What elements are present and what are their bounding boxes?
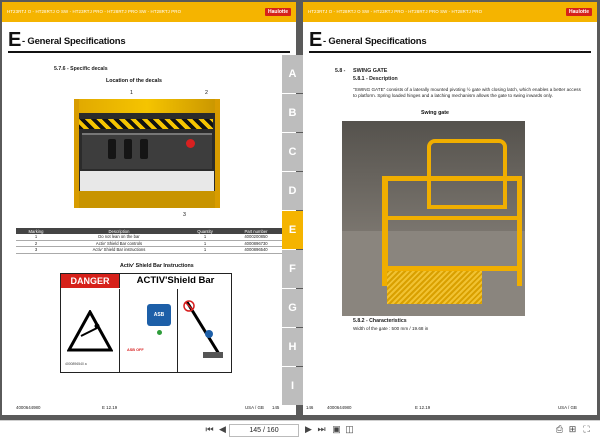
- swing-gate-photo: [342, 121, 525, 316]
- tab-c[interactable]: C: [282, 133, 303, 171]
- tab-g[interactable]: G: [282, 289, 303, 327]
- brand-logo: Haulotte: [265, 8, 291, 16]
- subsection-characteristics: 5.8.2 - Characteristics: [353, 318, 407, 324]
- table-cell: 4000896540: [228, 246, 284, 254]
- shield-label: ACTIV'Shield Bar: [119, 274, 231, 288]
- location-caption: Location of the decals: [106, 78, 162, 84]
- fit-page-icon[interactable]: ⊞: [566, 423, 579, 436]
- tab-a[interactable]: A: [282, 55, 303, 93]
- title-text: - General Specifications: [22, 36, 126, 47]
- chapter-tabs: A B C D E F G H I: [282, 55, 303, 405]
- table-cell: 2: [16, 240, 56, 248]
- viewer-toolbar: ⏮ ◀ 145 / 160 ▶ ⏭ ▣ ◫ ⎙ ⊞ ⛶: [0, 420, 600, 439]
- tab-d[interactable]: D: [282, 172, 303, 210]
- tab-i[interactable]: I: [282, 367, 303, 405]
- status-dot-icon: [157, 330, 162, 335]
- decals-table: Marking Description Quantity Part number…: [16, 228, 284, 254]
- footer-page-number: 145: [272, 405, 280, 410]
- footer-edition: E 12.19: [415, 405, 431, 410]
- header-models: HT23RTJ O - HT28RTJ O SW - HT23RTJ PRO -…: [7, 9, 182, 14]
- asb-off-label: ASB OFF: [127, 348, 144, 352]
- callout-2: 2: [205, 90, 208, 96]
- title-letter: E: [8, 29, 22, 51]
- decal-reference: 4000896540 a: [65, 362, 87, 366]
- section-title: E - General Specifications: [2, 29, 296, 53]
- tab-f[interactable]: F: [282, 250, 303, 288]
- next-page-icon[interactable]: ▶: [302, 423, 315, 436]
- table-row: 2 Activ' Shield Bar controls 1 400089673…: [16, 240, 284, 248]
- instructions-caption: Activ' Shield Bar Instructions: [120, 263, 194, 269]
- tab-b[interactable]: B: [282, 94, 303, 132]
- platform-diagram-icon: [183, 300, 223, 358]
- callout-3: 3: [183, 212, 186, 218]
- table-cell: 3: [16, 246, 56, 254]
- first-page-icon[interactable]: ⏮: [203, 423, 216, 436]
- danger-label: DANGER: [61, 274, 119, 288]
- asb-badge: ASB: [147, 304, 171, 326]
- right-page: HT23RTJ O - HT28RTJ O SW - HT23RTJ PRO -…: [303, 2, 597, 415]
- two-page-view-icon[interactable]: ◫: [343, 423, 356, 436]
- swing-gate-caption: Swing gate: [421, 110, 449, 116]
- table-cell: Activ' Shield Bar controls: [56, 240, 182, 248]
- footer-region: USA / GB: [245, 405, 264, 410]
- footer-doc-number: 4000644980: [327, 405, 352, 410]
- footer-page-number: 146: [306, 405, 314, 410]
- callout-1: 1: [130, 90, 133, 96]
- fullscreen-icon[interactable]: ⛶: [580, 423, 593, 436]
- header-models: HT23RTJ O - HT28RTJ O SW - HT23RTJ PRO -…: [308, 9, 483, 14]
- tab-e[interactable]: E: [282, 211, 303, 249]
- section-heading: SWING GATE: [353, 68, 388, 74]
- section-number: 5.8 -: [335, 68, 346, 74]
- table-cell: Activ' Shield Bar instructions: [56, 246, 182, 254]
- footer-region: USA / GB: [558, 405, 577, 410]
- footer-edition: E 12.19: [102, 405, 118, 410]
- description-text: "SWING GATE" consists of a laterally mou…: [353, 87, 581, 99]
- left-page: HT23RTJ O - HT28RTJ O SW - HT23RTJ PRO -…: [2, 2, 296, 415]
- table-cell: 1: [182, 240, 228, 248]
- page-indicator[interactable]: 145 / 160: [229, 424, 299, 437]
- title-text: - General Specifications: [323, 36, 427, 47]
- page-header: HT23RTJ O - HT28RTJ O SW - HT23RTJ PRO -…: [303, 2, 597, 22]
- warning-triangle-icon: [67, 310, 113, 352]
- footer-doc-number: 4000644980: [16, 405, 41, 410]
- previous-page-icon[interactable]: ◀: [216, 423, 229, 436]
- page-header: HT23RTJ O - HT28RTJ O SW - HT23RTJ PRO -…: [2, 2, 296, 22]
- title-divider: [8, 51, 290, 53]
- brand-logo: Haulotte: [566, 8, 592, 16]
- title-letter: E: [309, 29, 323, 51]
- gate-width: Width of the gate : 500 mm / 19.68 in: [353, 326, 429, 331]
- last-page-icon[interactable]: ⏭: [315, 423, 328, 436]
- table-cell: 1: [182, 246, 228, 254]
- table-row: 3 Activ' Shield Bar instructions 1 40008…: [16, 246, 284, 254]
- tab-h[interactable]: H: [282, 328, 303, 366]
- activ-shield-decal: DANGER ACTIV'Shield Bar ASB ASB OFF 4000…: [60, 273, 232, 373]
- subsection-description: 5.8.1 - Description: [353, 76, 398, 82]
- section-heading: 5.7.6 - Specific decals: [54, 66, 108, 72]
- print-icon[interactable]: ⎙: [553, 423, 566, 436]
- section-title: E - General Specifications: [303, 29, 597, 53]
- title-divider: [309, 51, 591, 53]
- single-page-view-icon[interactable]: ▣: [330, 423, 343, 436]
- decals-location-photo: [74, 99, 220, 208]
- table-cell: 4000896730: [228, 240, 284, 248]
